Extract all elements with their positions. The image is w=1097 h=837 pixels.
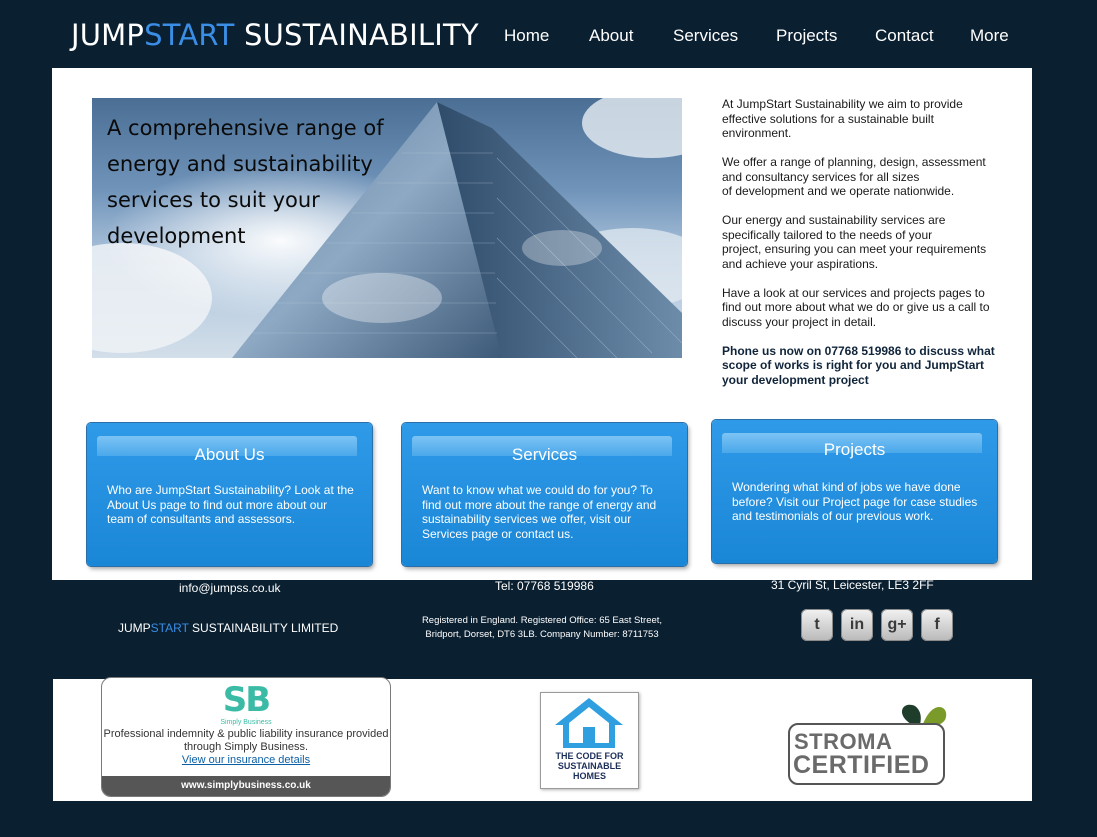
stroma-certified-badge: STROMA CERTIFIED [788, 693, 958, 789]
nav-home[interactable]: Home [504, 26, 549, 46]
nav-about[interactable]: About [589, 26, 633, 46]
company-name-start: START [150, 621, 189, 635]
nav-projects[interactable]: Projects [776, 26, 837, 46]
hero-headline: A comprehensive range of energy and sust… [107, 116, 384, 248]
main-nav: Home About Services Projects Contact Mor… [0, 26, 1097, 46]
simply-business-logo-caption: Simply Business [220, 719, 272, 726]
intro-paragraph: At JumpStart Sustainability we aim to pr… [722, 97, 963, 140]
intro-paragraph: Have a look at our services and projects… [722, 285, 990, 329]
nav-services[interactable]: Services [673, 26, 738, 46]
card-body: Wondering what kind of jobs we have done… [732, 480, 978, 523]
card-projects[interactable]: Projects Wondering what kind of jobs we … [712, 420, 997, 563]
main-content-panel: A comprehensive range of energy and sust… [52, 68, 1032, 580]
card-body: Who are JumpStart Sustainability? Look a… [107, 483, 354, 526]
footer-email[interactable]: info@jumpss.co.uk [179, 581, 281, 595]
simply-business-badge[interactable]: SB Simply Business Professional indemnit… [101, 677, 391, 797]
footer-address: 31 Cyril St, Leicester, LE3 2FF [771, 578, 934, 592]
intro-text: At JumpStart Sustainability we aim to pr… [722, 97, 1007, 402]
intro-paragraph: Our energy and sustainability services a… [722, 213, 987, 271]
intro-paragraph: We offer a range of planning, design, as… [722, 155, 986, 198]
card-title: Projects [823, 440, 886, 459]
insurance-text: Professional indemnity & public liabilit… [103, 728, 389, 753]
card-about-us[interactable]: About Us Who are JumpStart Sustainabilit… [87, 423, 372, 566]
twitter-icon[interactable]: t [801, 609, 833, 641]
certified-text: CERTIFIED [793, 751, 930, 779]
card-services[interactable]: Services Want to know what we could do f… [402, 423, 687, 566]
phone-callout: Phone us now on 07768 519986 to discuss … [722, 343, 995, 387]
nav-more[interactable]: More [970, 26, 1009, 46]
card-title: Services [511, 445, 578, 464]
house-icon [555, 698, 623, 748]
company-name-jump: JUMP [118, 621, 151, 635]
accreditation-strip: SB Simply Business Professional indemnit… [53, 677, 1032, 801]
footer-tel: Tel: 07768 519986 [495, 579, 594, 593]
facebook-icon[interactable]: f [921, 609, 953, 641]
simply-business-logo: SB [222, 680, 271, 720]
insurance-details-link[interactable]: View our insurance details [102, 754, 390, 766]
card-title: About Us [194, 445, 265, 464]
simply-business-url[interactable]: www.simplybusiness.co.uk [102, 776, 390, 796]
nav-contact[interactable]: Contact [875, 26, 934, 46]
card-body: Want to know what we could do for you? T… [422, 483, 657, 541]
code-sustainable-homes-badge: THE CODE FOR SUSTAINABLE HOMES [540, 692, 639, 789]
company-name-rest: SUSTAINABILITY LIMITED [188, 621, 339, 635]
linkedin-icon[interactable]: in [841, 609, 873, 641]
footer-company-name: JUMPSTART SUSTAINABILITY LIMITED [118, 621, 338, 635]
hero-banner: A comprehensive range of energy and sust… [92, 98, 682, 358]
footer-registration: Registered in England. Registered Office… [421, 615, 663, 640]
code-sustainable-homes-text: THE CODE FOR SUSTAINABLE HOMES [555, 751, 624, 781]
google-plus-icon[interactable]: g+ [881, 609, 913, 641]
